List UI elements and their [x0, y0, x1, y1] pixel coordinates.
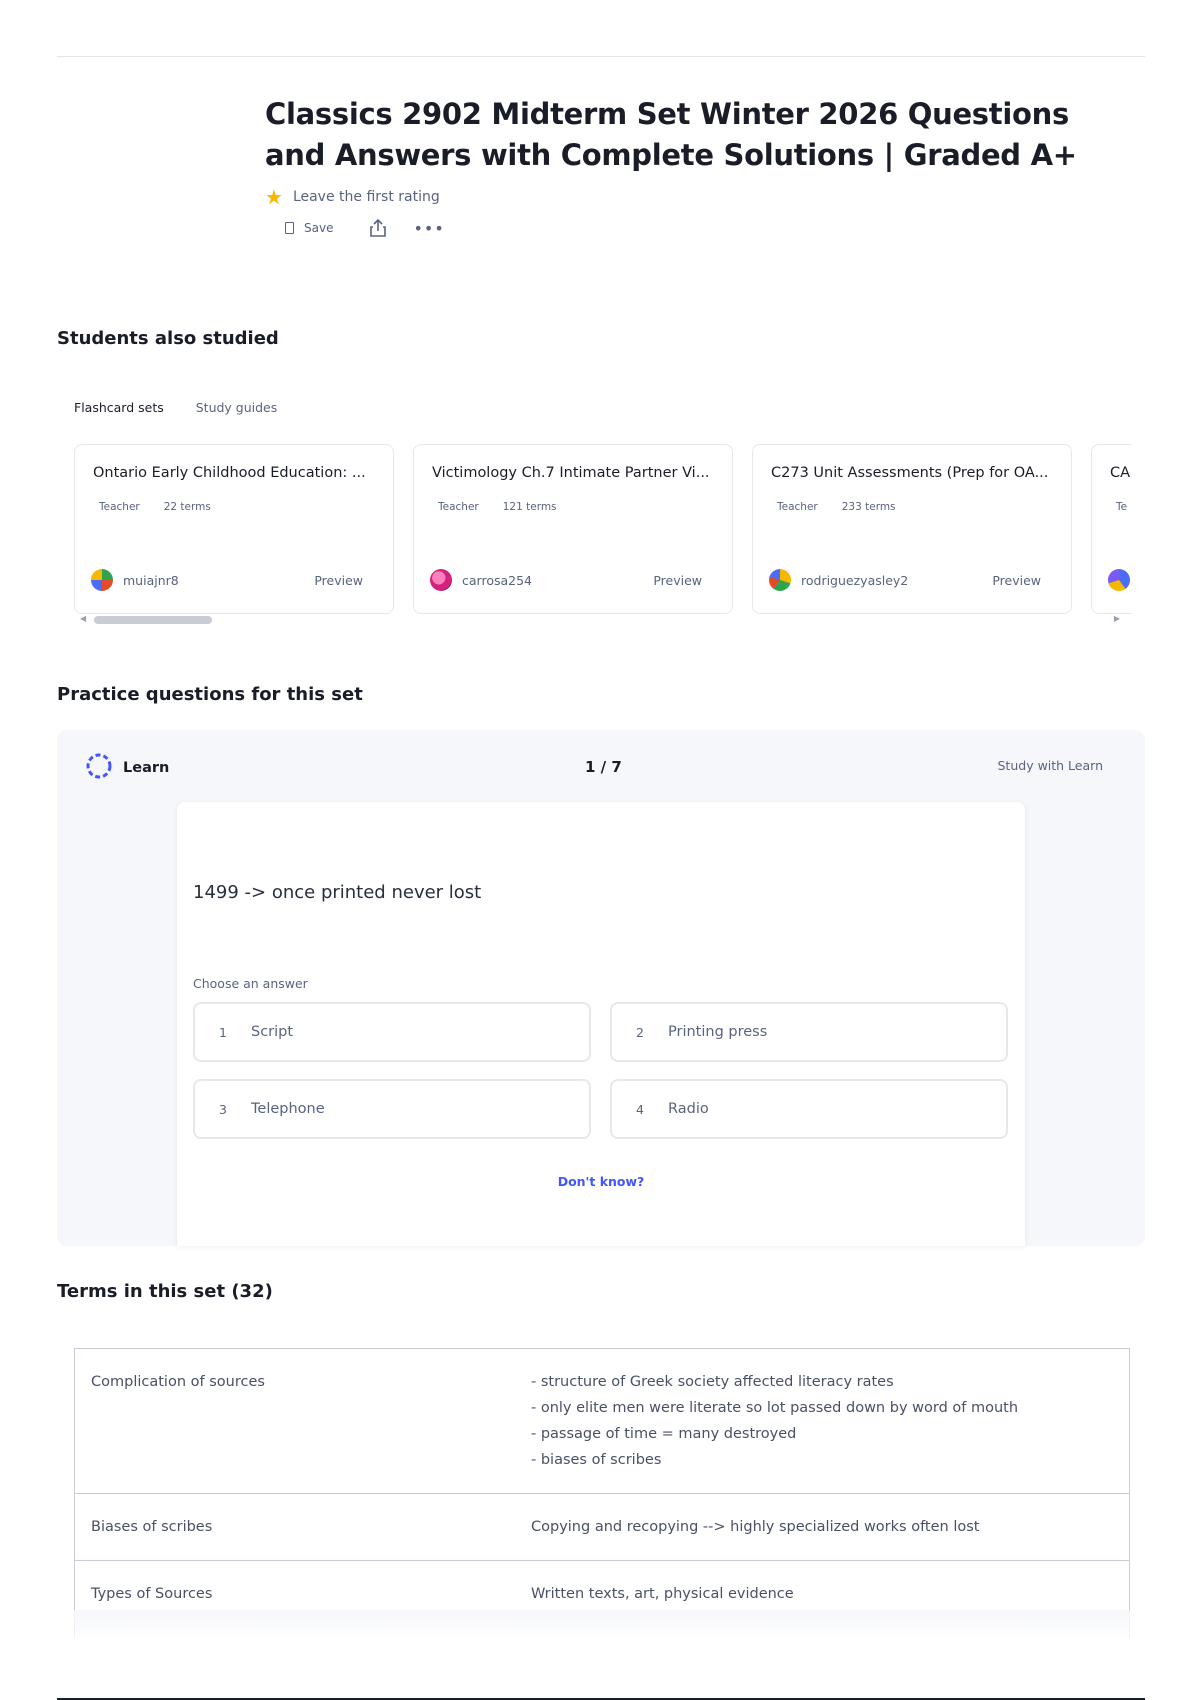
card-username[interactable]: carrosa254	[462, 573, 653, 588]
card-username[interactable]: rodriguezyasley2	[801, 573, 992, 588]
answer-number: 3	[219, 1101, 227, 1117]
set-card[interactable]: Ontario Early Childhood Education: ... T…	[74, 444, 394, 614]
star-icon[interactable]: ★	[265, 187, 283, 207]
card-title: C273 Unit Assessments (Prep for OA...	[771, 465, 1049, 481]
learn-panel: Learn 1 / 7 Study with Learn 1499 -> onc…	[57, 730, 1145, 1246]
answer-options: 1 Script 2 Printing press 3 Telephone 4 …	[193, 1002, 1009, 1139]
set-header: Classics 2902 Midterm Set Winter 2026 Qu…	[265, 94, 1085, 240]
action-bar: Save •••	[265, 216, 1085, 240]
question-progress: 1 / 7	[585, 758, 622, 776]
study-with-learn-link[interactable]: Study with Learn	[998, 758, 1104, 773]
table-row: Biases of scribes Copying and recopying …	[75, 1494, 1129, 1561]
answer-text: Radio	[668, 1101, 709, 1117]
learn-brand: Learn	[85, 752, 169, 784]
definition-line: - passage of time = many destroyed	[531, 1426, 797, 1442]
answer-option-4[interactable]: 4 Radio	[610, 1079, 1008, 1139]
card-terms: 22 terms	[163, 501, 211, 513]
share-icon[interactable]	[369, 218, 387, 238]
cards-carousel: Ontario Early Childhood Education: ... T…	[74, 444, 1132, 614]
definition-cell: Copying and recopying --> highly special…	[515, 1494, 1129, 1560]
answer-option-2[interactable]: 2 Printing press	[610, 1002, 1008, 1062]
term-cell: Complication of sources	[91, 1374, 265, 1390]
preview-button[interactable]: Preview	[653, 573, 702, 588]
table-fade	[74, 1610, 1130, 1638]
definition-line: - only elite men were literate so lot pa…	[531, 1400, 1019, 1416]
scrollbar-thumb[interactable]	[94, 616, 212, 624]
table-row: Complication of sources - structure of G…	[75, 1349, 1129, 1494]
set-card[interactable]: C273 Unit Assessments (Prep for OA... Te…	[752, 444, 1072, 614]
definition-line: Copying and recopying --> highly special…	[531, 1519, 980, 1535]
answer-option-1[interactable]: 1 Script	[193, 1002, 591, 1062]
save-button[interactable]: Save	[285, 221, 333, 235]
card-terms: 121 terms	[502, 501, 557, 513]
card-username[interactable]: muiajnr8	[123, 573, 314, 588]
set-card[interactable]: Victimology Ch.7 Intimate Partner Vi... …	[413, 444, 733, 614]
answer-option-3[interactable]: 3 Telephone	[193, 1079, 591, 1139]
answer-text: Telephone	[251, 1101, 325, 1117]
card-role: Te	[1116, 501, 1128, 513]
scroll-left-icon[interactable]: ◀	[80, 614, 86, 623]
card-role: Teacher	[438, 501, 479, 513]
avatar	[430, 569, 452, 591]
learn-icon	[85, 752, 113, 784]
save-label: Save	[304, 221, 334, 235]
practice-questions-heading: Practice questions for this set	[57, 684, 363, 705]
terms-heading: Terms in this set (32)	[57, 1281, 273, 1302]
study-tabs: Flashcard sets Study guides	[74, 400, 277, 415]
bookmark-icon	[285, 222, 294, 234]
choose-answer-label: Choose an answer	[193, 976, 308, 991]
preview-button[interactable]: Preview	[314, 573, 363, 588]
terms-table: Complication of sources - structure of G…	[74, 1348, 1130, 1628]
avatar	[1108, 569, 1130, 591]
answer-number: 4	[636, 1101, 644, 1117]
learn-header: Learn 1 / 7 Study with Learn	[57, 730, 1145, 802]
card-title: CA	[1110, 465, 1131, 481]
card-role: Teacher	[777, 501, 818, 513]
set-card-partial[interactable]: CA Te	[1091, 444, 1132, 614]
definition-line: - biases of scribes	[531, 1452, 662, 1468]
card-role: Teacher	[99, 501, 140, 513]
learn-label: Learn	[123, 760, 170, 776]
scroll-right-icon[interactable]: ▶	[1114, 614, 1120, 623]
card-title: Ontario Early Childhood Education: ...	[93, 465, 366, 481]
tab-study-guides[interactable]: Study guides	[196, 400, 278, 415]
avatar	[769, 569, 791, 591]
students-also-studied-heading: Students also studied	[57, 328, 279, 349]
answer-number: 2	[636, 1024, 644, 1040]
definition-line: Written texts, art, physical evidence	[531, 1586, 794, 1602]
more-options-icon[interactable]: •••	[413, 219, 444, 238]
answer-text: Printing press	[668, 1024, 768, 1040]
question-text: 1499 -> once printed never lost	[193, 882, 482, 903]
preview-button[interactable]: Preview	[992, 573, 1041, 588]
question-card: 1499 -> once printed never lost Choose a…	[177, 802, 1025, 1246]
top-divider	[57, 56, 1145, 57]
card-title: Victimology Ch.7 Intimate Partner Vi...	[432, 465, 710, 481]
page-title: Classics 2902 Midterm Set Winter 2026 Qu…	[265, 97, 1077, 172]
dont-know-button[interactable]: Don't know?	[177, 1174, 1025, 1189]
definition-line: - structure of Greek society affected li…	[531, 1374, 894, 1390]
card-terms: 233 terms	[841, 501, 896, 513]
definition-cell: - structure of Greek society affected li…	[515, 1349, 1129, 1493]
answer-number: 1	[219, 1024, 227, 1040]
avatar	[91, 569, 113, 591]
term-cell: Biases of scribes	[91, 1519, 213, 1535]
tab-flashcard-sets[interactable]: Flashcard sets	[74, 400, 164, 415]
rating-row[interactable]: ★ Leave the first rating	[265, 186, 1085, 208]
answer-text: Script	[251, 1024, 294, 1040]
carousel-scrollbar[interactable]: ◀ ▶	[80, 614, 1120, 624]
rating-link[interactable]: Leave the first rating	[293, 189, 440, 205]
